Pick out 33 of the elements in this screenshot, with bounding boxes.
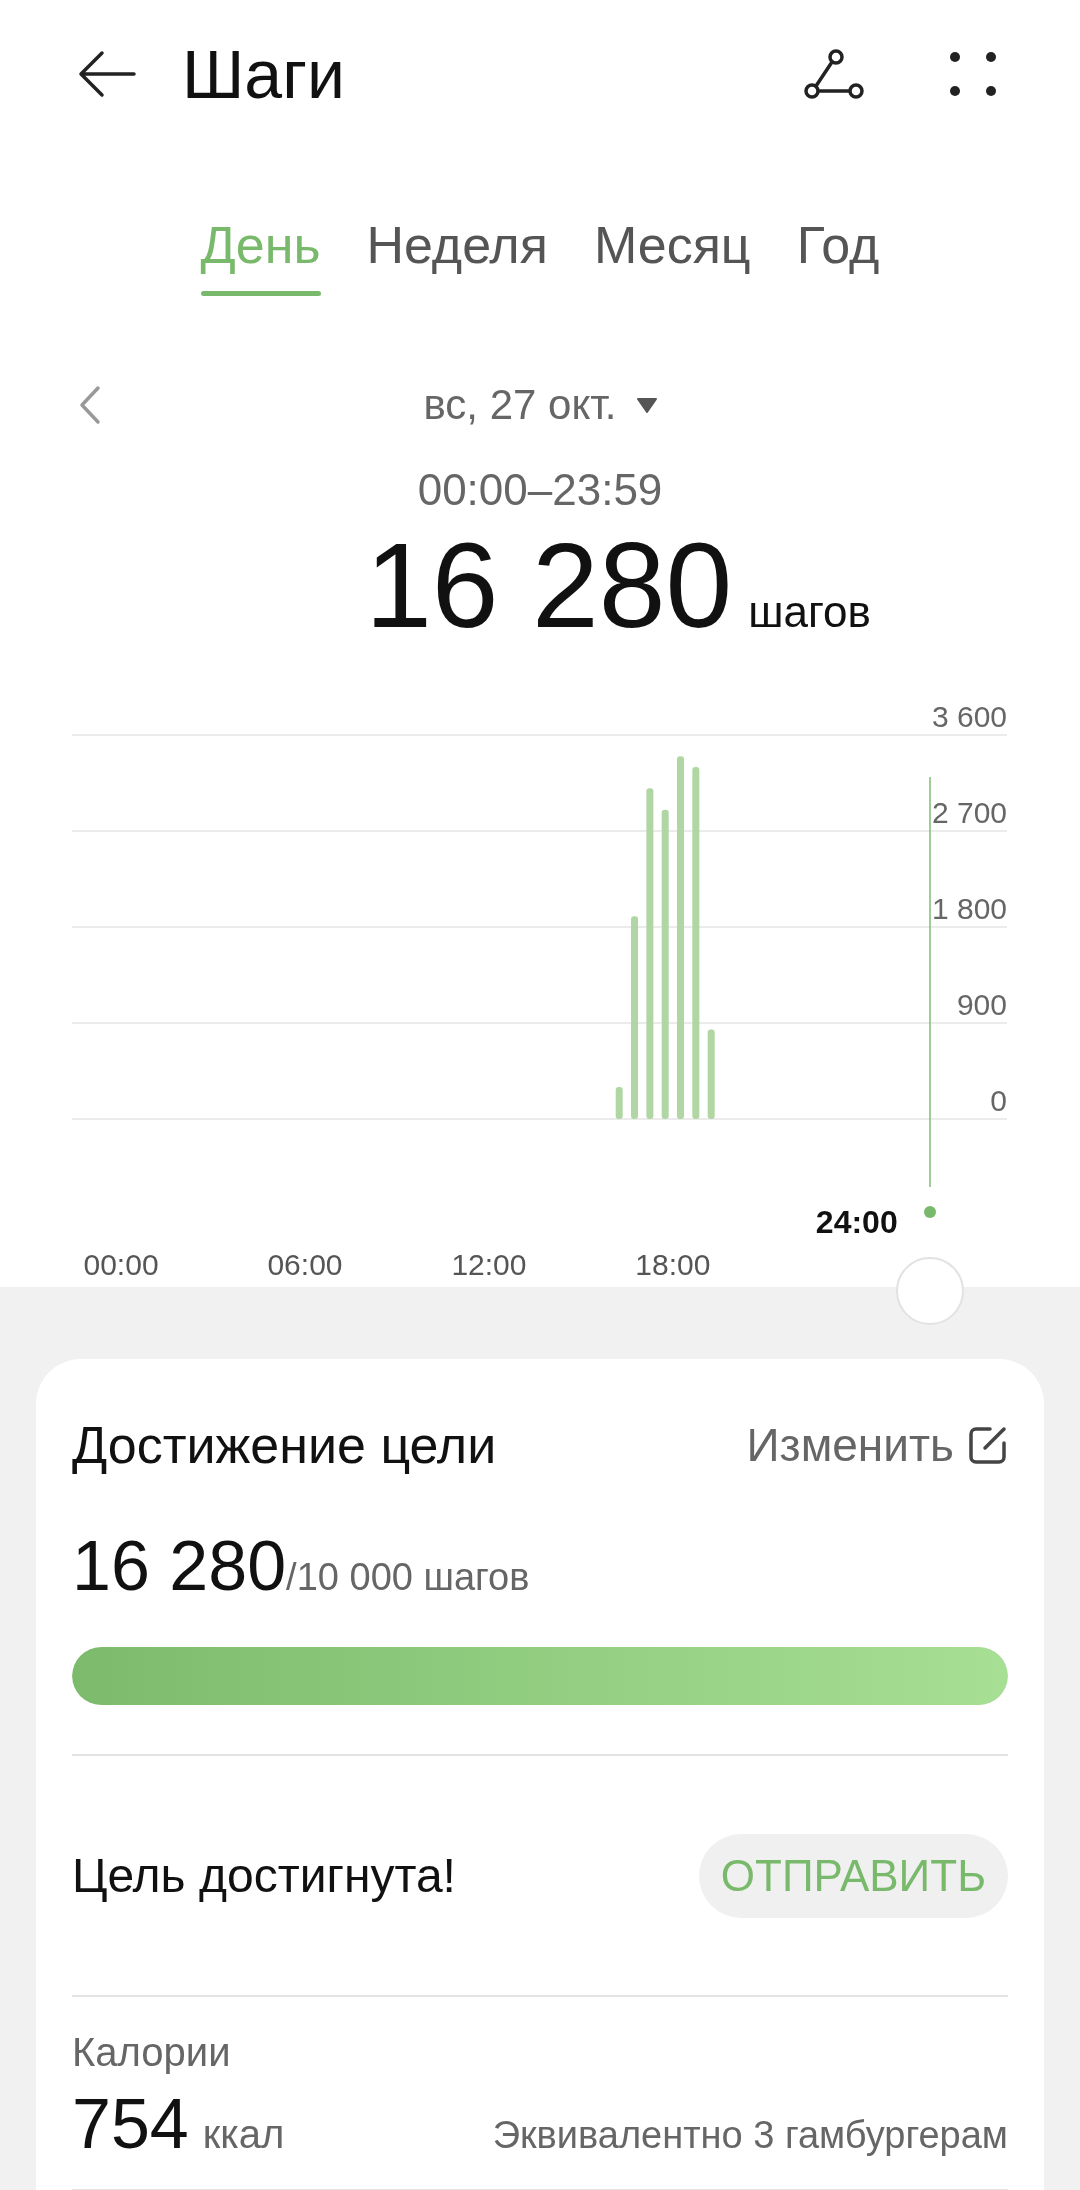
goal-status: Цель достигнута! (72, 1848, 456, 1903)
period-tab[interactable]: Месяц (593, 210, 751, 296)
dropdown-triangle-icon (636, 397, 657, 413)
calories-value: 754 (72, 2089, 189, 2159)
more-icon[interactable] (950, 51, 996, 97)
calories-equivalent: Эквивалентно 3 гамбургерам (492, 2113, 1008, 2158)
page-title: Шаги (182, 35, 346, 113)
step-unit: шагов (748, 586, 871, 638)
edit-icon (968, 1425, 1008, 1465)
axis-label: 1 800 (931, 892, 1007, 925)
axis-label: 12:00 (451, 1248, 527, 1281)
chart-bar (615, 1087, 623, 1119)
cursor-time-label: 24:00 (815, 1204, 898, 1240)
step-count: 16 280 (365, 525, 733, 645)
axis-label: 3 600 (931, 700, 1007, 733)
back-arrow-icon[interactable] (78, 50, 136, 98)
axis-label: 2 700 (931, 796, 1007, 829)
share-icon[interactable] (804, 48, 864, 100)
period-tab[interactable]: Неделя (366, 210, 548, 296)
period-tab[interactable]: Год (796, 210, 880, 296)
current-steps: 16 280 (72, 1531, 287, 1601)
axis-label: 18:00 (635, 1248, 711, 1281)
chevron-left-icon[interactable] (78, 385, 102, 425)
axis-label: 06:00 (267, 1248, 343, 1281)
date-picker[interactable]: вс, 27 окт. (423, 381, 657, 429)
axis-label: 900 (956, 988, 1007, 1021)
time-range: 00:00–23:59 (416, 466, 664, 514)
calories-unit: ккал (202, 2111, 286, 2158)
card-title: Достижение цели (72, 1415, 497, 1475)
goal-steps: /10 000 шагов (286, 1542, 530, 1612)
axis-label: 0 (990, 1084, 1007, 1117)
edit-link[interactable]: Изменить (746, 1418, 1008, 1472)
axis-label: 00:00 (83, 1248, 159, 1281)
